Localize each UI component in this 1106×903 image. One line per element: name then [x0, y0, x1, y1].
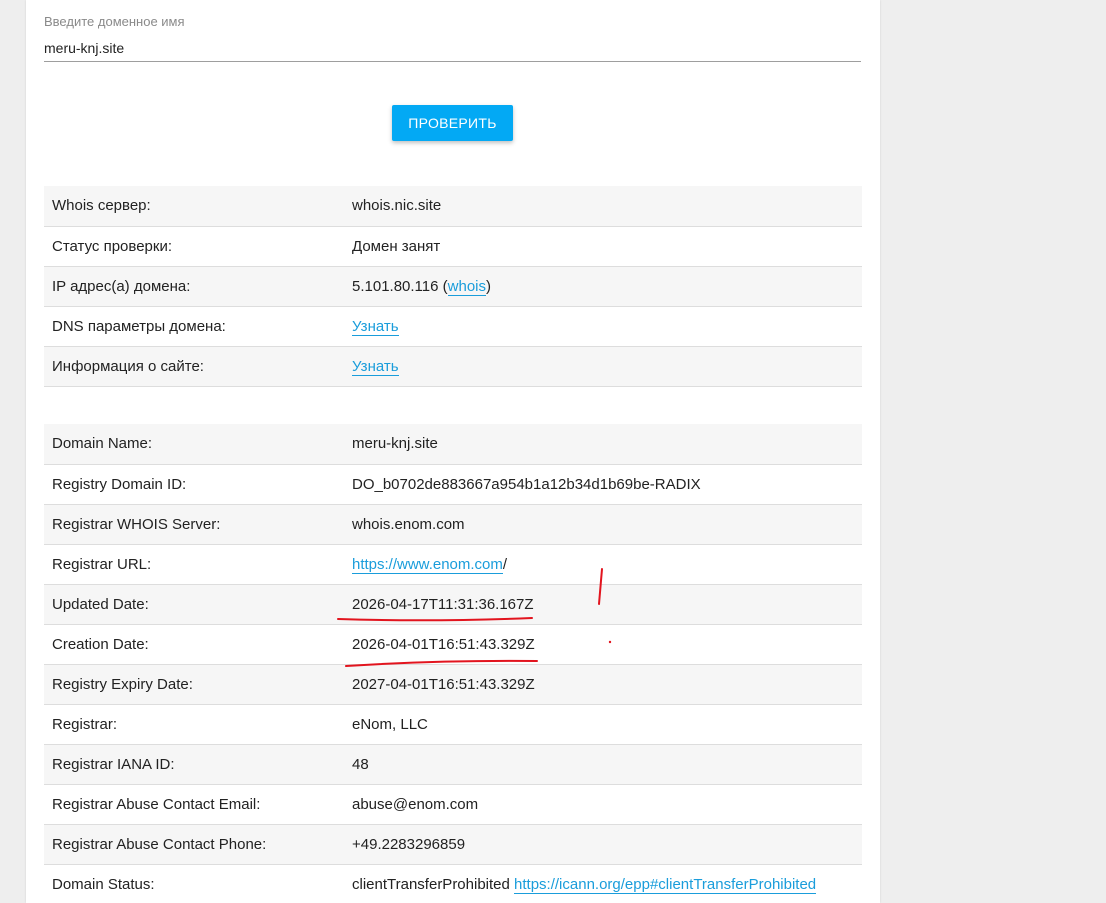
ip-close-paren: )	[486, 277, 492, 295]
whois-server-label: Whois сервер:	[44, 186, 344, 227]
registrar-iana-id-label: Registrar IANA ID:	[44, 744, 344, 785]
registry-expiry-date-value: 2027-04-01T16:51:43.329Z	[344, 664, 862, 705]
abuse-phone-label: Registrar Abuse Contact Phone:	[44, 824, 344, 865]
registrar-iana-id-value: 48	[344, 744, 862, 785]
domain-status-value: clientTransferProhibited	[352, 875, 515, 893]
table-row: Creation Date: 2026-04-01T16:51:43.329Z	[44, 624, 862, 665]
table-row: IP адрес(а) домена: 5.101.80.116 (whois)	[44, 266, 862, 307]
table-row: Registrar Abuse Contact Email: abuse@eno…	[44, 784, 862, 825]
registrar-url-cell: https://www.enom.com/	[344, 544, 862, 585]
registrar-url-suffix: /	[502, 555, 508, 573]
abuse-email-value: abuse@enom.com	[344, 784, 862, 825]
registrar-label: Registrar:	[44, 704, 344, 745]
site-info-cell: Узнать	[344, 346, 862, 387]
registrar-whois-server-value: whois.enom.com	[344, 504, 862, 545]
dns-params-label: DNS параметры домена:	[44, 306, 344, 347]
ip-open-paren: (	[438, 277, 448, 295]
ip-address-label: IP адрес(а) домена:	[44, 266, 344, 307]
table-row: Updated Date: 2026-04-17T11:31:36.167Z	[44, 584, 862, 625]
table-row: Registry Domain ID: DO_b0702de883667a954…	[44, 464, 862, 505]
domain-status-label: Domain Status:	[44, 864, 344, 903]
abuse-email-label: Registrar Abuse Contact Email:	[44, 784, 344, 825]
table-row: Registrar: eNom, LLC	[44, 704, 862, 745]
table-row: Registrar IANA ID: 48	[44, 744, 862, 785]
abuse-phone-value: +49.2283296859	[344, 824, 862, 865]
registry-domain-id-value: DO_b0702de883667a954b1a12b34d1b69be-RADI…	[344, 464, 862, 505]
creation-date-value: 2026-04-01T16:51:43.329Z	[344, 624, 862, 665]
table-row: Domain Status: clientTransferProhibited …	[44, 864, 862, 903]
check-status-value: Домен занят	[344, 226, 862, 267]
check-status-label: Статус проверки:	[44, 226, 344, 267]
domain-input[interactable]	[44, 34, 861, 62]
creation-date-label: Creation Date:	[44, 624, 344, 665]
ip-address-value: 5.101.80.116	[352, 277, 439, 295]
whois-table: Domain Name: meru-knj.site Registry Doma…	[44, 424, 862, 903]
updated-date-label: Updated Date:	[44, 584, 344, 625]
registrar-url-label: Registrar URL:	[44, 544, 344, 585]
summary-table: Whois сервер: whois.nic.site Статус пров…	[44, 186, 862, 387]
table-row: Registrar WHOIS Server: whois.enom.com	[44, 504, 862, 545]
table-row: Информация о сайте: Узнать	[44, 346, 862, 387]
domain-search-field: Введите доменное имя	[44, 10, 861, 62]
site-info-label: Информация о сайте:	[44, 346, 344, 387]
table-row: Registrar Abuse Contact Phone: +49.22832…	[44, 824, 862, 865]
registrar-url-link[interactable]: https://www.enom.com	[352, 555, 503, 574]
check-button[interactable]: ПРОВЕРИТЬ	[392, 105, 513, 141]
registrar-value: eNom, LLC	[344, 704, 862, 745]
table-row: Domain Name: meru-knj.site	[44, 424, 862, 465]
whois-server-value: whois.nic.site	[344, 186, 862, 227]
domain-name-label: Domain Name:	[44, 424, 344, 465]
domain-status-link[interactable]: https://icann.org/epp#clientTransferProh…	[514, 875, 817, 894]
whois-card: Введите доменное имя ПРОВЕРИТЬ Whois сер…	[26, 0, 880, 903]
domain-status-cell: clientTransferProhibited https://icann.o…	[344, 864, 862, 903]
dns-params-cell: Узнать	[344, 306, 862, 347]
site-info-learn-link[interactable]: Узнать	[352, 357, 399, 376]
domain-input-label: Введите доменное имя	[44, 14, 185, 29]
registrar-whois-server-label: Registrar WHOIS Server:	[44, 504, 344, 545]
ip-address-cell: 5.101.80.116 (whois)	[344, 266, 862, 307]
registry-expiry-date-label: Registry Expiry Date:	[44, 664, 344, 705]
table-row: Статус проверки: Домен занят	[44, 226, 862, 267]
table-row: Whois сервер: whois.nic.site	[44, 186, 862, 227]
table-row: Registrar URL: https://www.enom.com/	[44, 544, 862, 585]
ip-whois-link[interactable]: whois	[447, 277, 487, 296]
domain-name-value: meru-knj.site	[344, 424, 862, 465]
table-row: Registry Expiry Date: 2027-04-01T16:51:4…	[44, 664, 862, 705]
page: Введите доменное имя ПРОВЕРИТЬ Whois сер…	[0, 0, 1106, 903]
updated-date-value: 2026-04-17T11:31:36.167Z	[344, 584, 862, 625]
table-row: DNS параметры домена: Узнать	[44, 306, 862, 347]
registry-domain-id-label: Registry Domain ID:	[44, 464, 344, 505]
dns-learn-link[interactable]: Узнать	[352, 317, 399, 336]
